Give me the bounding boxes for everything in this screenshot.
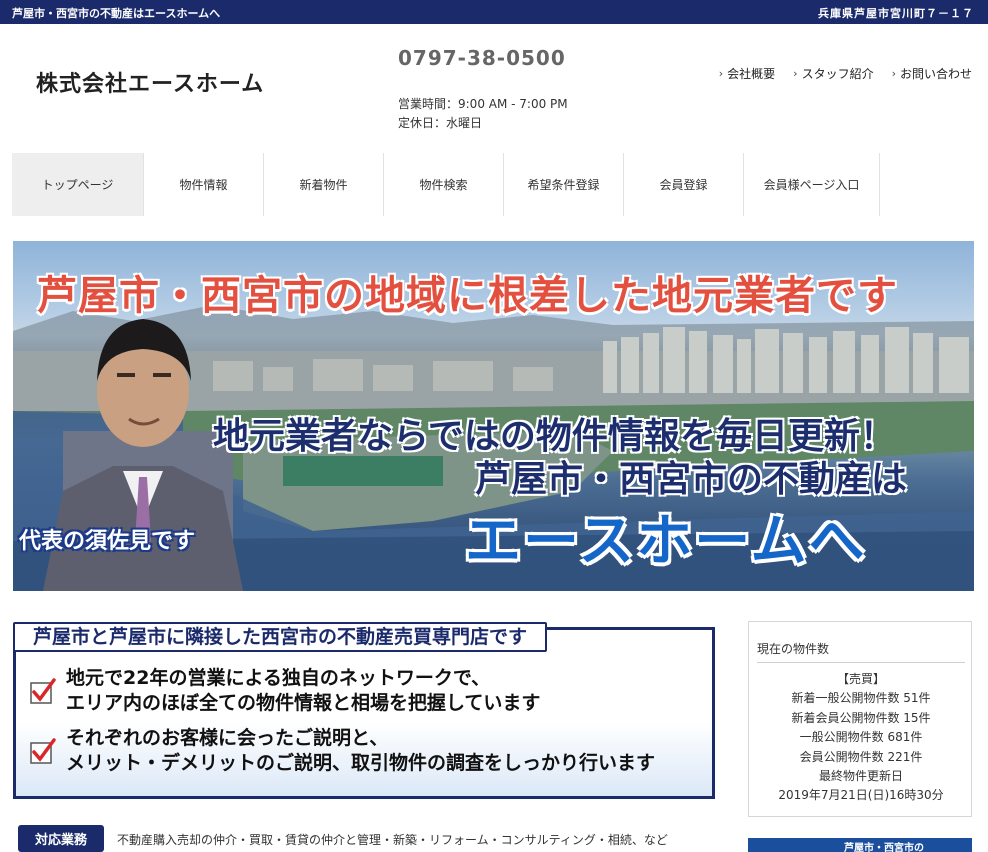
hours-text: 営業時間：9:00 AM - 7:00 PM (398, 97, 568, 111)
feature-heading: 芦屋市と芦屋市に隣接した西宮市の不動産売買専門店です (13, 622, 548, 652)
stats-list: 【売買】 新着一般公開物件数 51件 新着会員公開物件数 15件 一般公開物件数… (749, 670, 973, 806)
hero-headline: 芦屋市・西宮市の地域に根差した地元業者です (37, 273, 898, 319)
stat-item: 最終物件更新日 (818, 769, 903, 784)
feature-point: 地元で22年の営業による独自のネットワークで、 エリア内のほぼ全ての物件情報と相… (30, 666, 540, 716)
business-hours: 営業時間：9:00 AM - 7:00 PM 定休日：水曜日 (398, 95, 568, 133)
nav-item-properties[interactable]: 物件情報 (144, 153, 264, 216)
link-staff[interactable]: › スタッフ紹介 (793, 65, 873, 82)
nav-item-top[interactable]: トップページ (12, 153, 144, 216)
feature-point-line: それぞれのお客様に会ったご説明と、 (66, 727, 389, 749)
sidebar-banner-text: 芦屋市・西宮市の (844, 843, 924, 852)
stats-section: 【売買】 (836, 672, 885, 686)
feature-point-text: 地元で22年の営業による独自のネットワークで、 エリア内のほぼ全ての物件情報と相… (66, 666, 540, 716)
link-company-profile[interactable]: › 会社概要 (719, 65, 775, 82)
feature-box: 芦屋市と芦屋市に隣接した西宮市の不動産売買専門店です 地元で22年の営業による独… (13, 622, 715, 799)
top-bar: 芦屋市・西宮市の不動産はエースホームへ 兵庫県芦屋市宮川町７－１７ (0, 0, 988, 24)
company-logo[interactable]: 株式会社エースホーム (36, 66, 264, 98)
feature-point: それぞれのお客様に会ったご説明と、 メリット・デメリットのご説明、取引物件の調査… (30, 726, 655, 776)
hero-line-3: 芦屋市・西宮市の不動産は (475, 459, 908, 500)
link-contact[interactable]: › お問い合わせ (892, 65, 972, 82)
services-text: 不動産購入売却の仲介・買取・賃貸の仲介と管理・新築・リフォーム・コンサルティング… (117, 833, 668, 847)
stat-item: 一般公開物件数 681件 (799, 730, 923, 745)
chevron-right-icon: › (718, 67, 724, 80)
feature-point-line: メリット・デメリットのご説明、取引物件の調査をしっかり行います (66, 752, 656, 774)
stat-item: 会員公開物件数 221件 (799, 749, 923, 764)
nav-item-search[interactable]: 物件検索 (384, 153, 504, 216)
widget-title: 現在の物件数 (757, 642, 830, 656)
main-nav: トップページ 物件情報 新着物件 物件検索 希望条件登録 会員登録 会員様ページ… (12, 153, 974, 216)
checkbox-check-icon (30, 678, 56, 704)
holiday-text: 定休日：水曜日 (398, 116, 483, 130)
phone-number: 0797-38-0500 (398, 46, 566, 70)
stat-item: 2019年7月21日(日)16時30分 (778, 788, 944, 803)
nav-item-register[interactable]: 会員登録 (624, 153, 744, 216)
top-address: 兵庫県芦屋市宮川町７－１７ (818, 7, 974, 20)
nav-item-member-page[interactable]: 会員様ページ入口 (744, 153, 880, 216)
hero-line-4: エースホームへ (465, 509, 867, 574)
header-links: › 会社概要 › スタッフ紹介 › お問い合わせ (719, 65, 972, 82)
link-label: お問い合わせ (899, 67, 972, 81)
feature-point-line: 地元で22年の営業による独自のネットワークで、 (66, 667, 491, 689)
sidebar-banner[interactable]: 芦屋市・西宮市の (748, 838, 972, 852)
stat-item: 新着会員公開物件数 15件 (791, 710, 931, 725)
nav-item-preferences[interactable]: 希望条件登録 (504, 153, 624, 216)
hero-banner: 芦屋市・西宮市の地域に根差した地元業者です 地元業者ならではの物件情報を毎日更新… (13, 241, 974, 591)
top-tagline: 芦屋市・西宮市の不動産はエースホームへ (12, 7, 221, 20)
link-label: 会社概要 (727, 67, 776, 81)
services-badge: 対応業務 (18, 825, 104, 852)
chevron-right-icon: › (891, 67, 896, 80)
property-count-widget: 現在の物件数 【売買】 新着一般公開物件数 51件 新着会員公開物件数 15件 … (748, 621, 972, 817)
stat-item: 新着一般公開物件数 51件 (791, 691, 931, 706)
divider (757, 662, 965, 663)
nav-item-new-properties[interactable]: 新着物件 (264, 153, 384, 216)
feature-point-line: エリア内のほぼ全ての物件情報と相場を把握しています (66, 692, 541, 714)
checkbox-check-icon (30, 738, 56, 764)
feature-point-text: それぞれのお客様に会ったご説明と、 メリット・デメリットのご説明、取引物件の調査… (66, 726, 655, 776)
hero-caption: 代表の須佐見です (19, 529, 196, 554)
chevron-right-icon: › (793, 67, 798, 80)
link-label: スタッフ紹介 (801, 67, 874, 81)
